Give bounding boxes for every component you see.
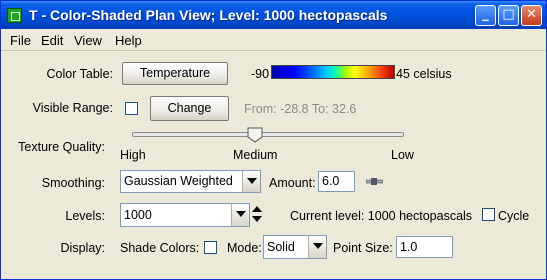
titlebar[interactable]: T - Color-Shaded Plan View; Level: 1000 … — [1, 1, 546, 29]
shade-colors-checkbox[interactable] — [204, 241, 217, 254]
point-size-label: Point Size: — [333, 241, 393, 255]
colorbar-max-label: 45 celsius — [396, 67, 452, 81]
menubar: File Edit View Help — [1, 29, 546, 51]
chevron-down-icon[interactable] — [231, 204, 249, 226]
menu-edit[interactable]: Edit — [41, 33, 63, 48]
smoothing-label: Smoothing: — [41, 176, 105, 190]
change-button[interactable]: Change — [150, 96, 229, 121]
maximize-button[interactable]: □ — [498, 5, 519, 26]
colorbar[interactable] — [271, 65, 395, 79]
colorbar-min-label: -90 — [251, 67, 270, 81]
texture-quality-label: Texture Quality: — [18, 140, 105, 154]
window: T - Color-Shaded Plan View; Level: 1000 … — [0, 0, 547, 280]
point-size-input[interactable]: 1.0 — [396, 236, 453, 258]
mode-value: Solid — [267, 240, 295, 254]
amount-label: Amount: — [269, 176, 316, 190]
chevron-down-icon[interactable] — [242, 171, 260, 192]
color-table-label: Color Table: — [46, 67, 113, 81]
levels-value: 1000 — [124, 208, 152, 222]
level-spinner-icon[interactable] — [251, 205, 263, 223]
tick-low: Low — [391, 148, 414, 162]
levels-label: Levels: — [65, 209, 105, 223]
visible-range-checkbox[interactable] — [125, 102, 138, 115]
menu-view[interactable]: View — [74, 33, 102, 48]
smoothing-value: Gaussian Weighted — [124, 174, 233, 188]
amount-slider-icon[interactable] — [366, 178, 383, 185]
mode-label: Mode: — [227, 241, 262, 255]
slider-thumb-icon[interactable] — [247, 127, 263, 143]
display-label: Display: — [60, 241, 105, 255]
visible-range-label: Visible Range: — [32, 101, 113, 115]
smoothing-select[interactable]: Gaussian Weighted — [120, 170, 261, 193]
current-level-text: Current level: 1000 hectopascals — [290, 209, 473, 223]
mode-select[interactable]: Solid — [263, 235, 327, 259]
chevron-down-icon[interactable] — [308, 236, 326, 258]
visible-range-info: From: -28.8 To: 32.6 — [244, 102, 357, 116]
menu-file[interactable]: File — [10, 33, 31, 48]
close-button[interactable]: ✕ — [521, 5, 542, 26]
shade-colors-label: Shade Colors: — [120, 241, 200, 255]
menu-help[interactable]: Help — [115, 33, 142, 48]
minimize-button[interactable]: _ — [475, 5, 496, 26]
texture-quality-slider[interactable] — [132, 132, 404, 137]
cycle-checkbox[interactable] — [482, 208, 495, 221]
app-icon — [7, 8, 22, 23]
window-title: T - Color-Shaded Plan View; Level: 1000 … — [29, 7, 388, 23]
tick-medium: Medium — [233, 148, 278, 162]
tick-high: High — [120, 148, 146, 162]
cycle-label: Cycle — [498, 209, 530, 223]
levels-select[interactable]: 1000 — [120, 203, 250, 227]
amount-input[interactable]: 6.0 — [318, 171, 355, 192]
temperature-button[interactable]: Temperature — [122, 62, 228, 85]
